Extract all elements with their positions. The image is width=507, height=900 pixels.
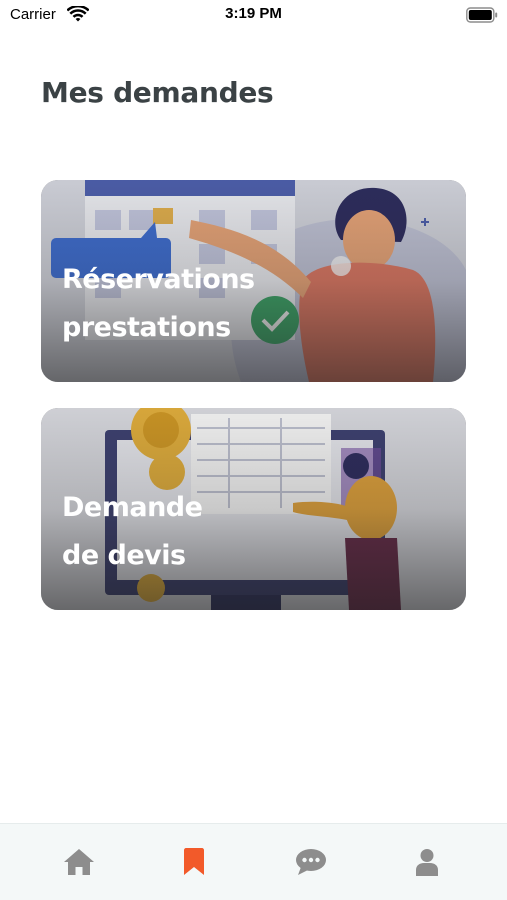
card-title: Demande de devis: [62, 484, 362, 580]
card-title-line: de devis: [62, 540, 186, 571]
tab-bar: [0, 823, 507, 900]
home-icon: [64, 849, 94, 875]
bookmark-icon: [184, 848, 204, 875]
demande-de-devis-card[interactable]: Demande de devis: [41, 408, 466, 610]
screen: Carrier 3:19 PM Mes demandes Réservation…: [0, 0, 507, 900]
card-title-line: Demande: [62, 492, 203, 523]
tab-home[interactable]: [59, 844, 99, 880]
tab-messages[interactable]: [291, 844, 331, 880]
reservations-prestations-card[interactable]: Réservations prestations: [41, 180, 466, 382]
status-time: 3:19 PM: [225, 5, 282, 22]
card-title-line: Réservations: [62, 264, 255, 295]
battery-icon: [466, 7, 498, 23]
card-title: Réservations prestations: [62, 256, 362, 352]
page-title: Mes demandes: [41, 76, 274, 109]
chat-bubble-icon: [296, 849, 326, 875]
tab-profile[interactable]: [407, 844, 447, 880]
status-bar: Carrier 3:19 PM: [0, 0, 507, 32]
tab-bookmarks[interactable]: [174, 844, 214, 880]
card-title-line: prestations: [62, 312, 231, 343]
user-icon: [416, 849, 438, 876]
